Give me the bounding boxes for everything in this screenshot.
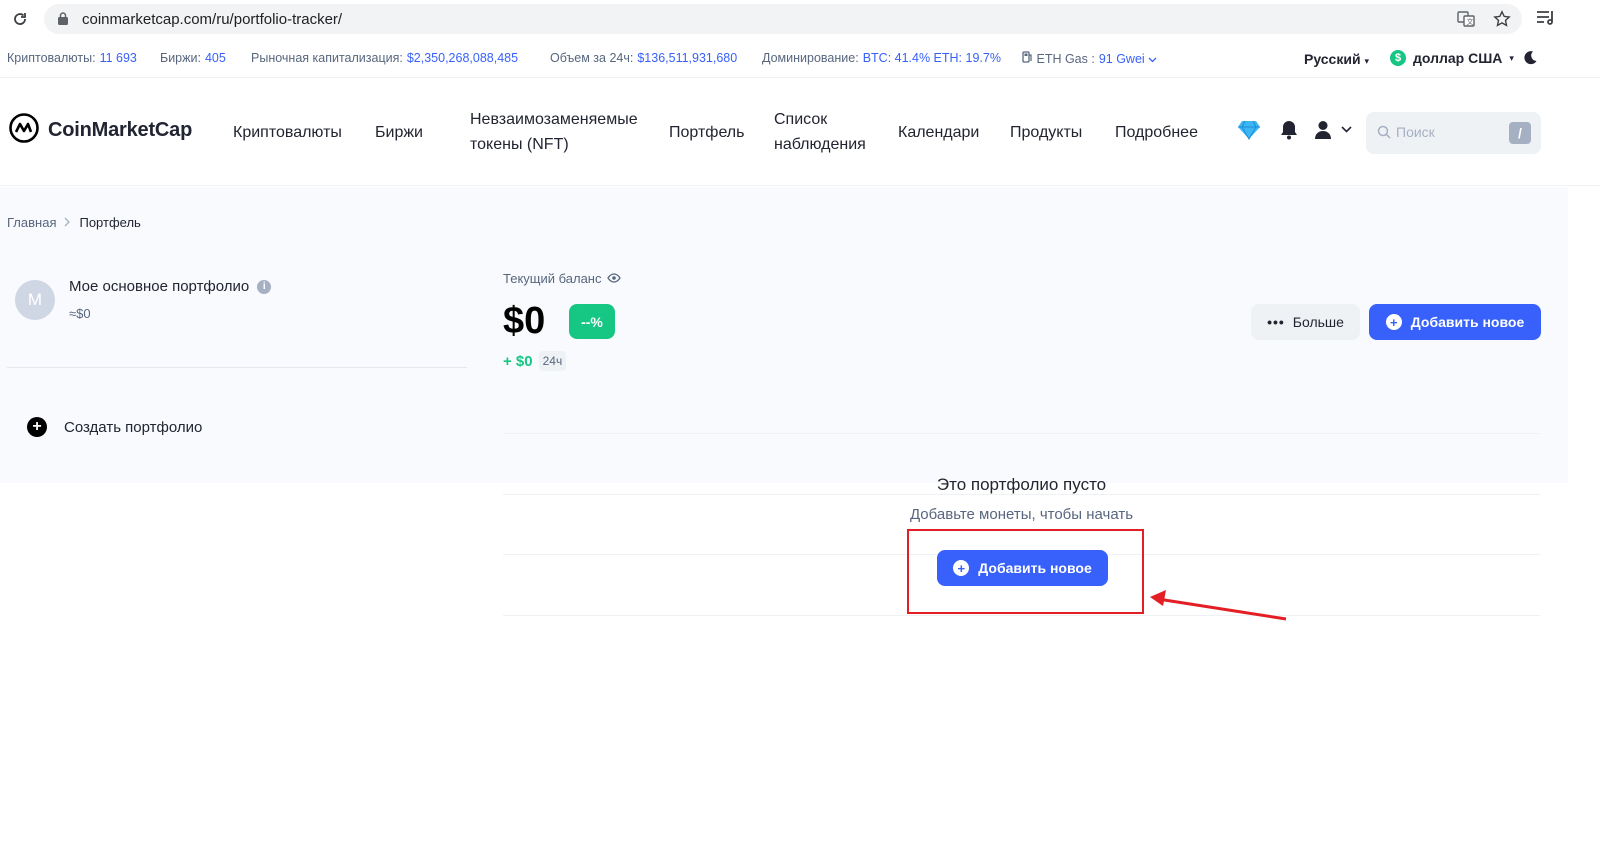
stat-exchanges-link[interactable]: 405 xyxy=(205,51,226,65)
currency-selector[interactable]: $ доллар США ▾ xyxy=(1390,50,1514,66)
language-label: Русский xyxy=(1304,51,1361,67)
nav-nft-line2: токены (NFT) xyxy=(470,136,569,153)
search-shortcut-badge: / xyxy=(1509,122,1531,144)
stat-cryptos-link[interactable]: 11 693 xyxy=(100,51,137,65)
browser-toolbar: coinmarketcap.com/ru/portfolio-tracker/ … xyxy=(0,0,1600,38)
stat-label: ETH Gas : xyxy=(1036,52,1095,66)
balance-change-period: 24ч xyxy=(538,351,567,371)
create-portfolio-label: Создать портфолио xyxy=(64,418,203,436)
more-button[interactable]: ••• Больше xyxy=(1251,304,1360,340)
chevron-right-icon xyxy=(64,215,71,230)
plus-circle-icon: + xyxy=(27,417,47,437)
svg-text:文: 文 xyxy=(1467,17,1474,26)
eye-icon[interactable] xyxy=(607,271,622,286)
address-bar[interactable]: coinmarketcap.com/ru/portfolio-tracker/ … xyxy=(44,4,1522,34)
balance-label: Текущий баланс xyxy=(503,271,602,286)
portfolio-name-row: Мое основное портфолио i xyxy=(69,278,272,295)
stat-label: Объем за 24ч: xyxy=(550,51,634,65)
nav-exchanges[interactable]: Биржи xyxy=(375,120,423,145)
diamond-icon[interactable] xyxy=(1237,120,1261,145)
breadcrumb-home[interactable]: Главная xyxy=(7,215,56,230)
search-input[interactable]: Поиск / xyxy=(1366,112,1541,154)
caret-down-icon: ▾ xyxy=(1364,56,1369,66)
nav-cryptocurrencies[interactable]: Криптовалюты xyxy=(233,120,342,145)
nav-watchlist[interactable]: Список наблюдения xyxy=(774,107,866,157)
caret-down-icon: ▾ xyxy=(1509,52,1514,63)
nav-more[interactable]: Подробнее xyxy=(1115,120,1198,145)
language-selector[interactable]: Русский ▾ xyxy=(1304,51,1369,67)
stat-label: Доминирование: xyxy=(762,51,859,65)
coinmarketcap-logo-icon xyxy=(8,112,40,149)
current-balance: $0 xyxy=(503,300,546,342)
stat-marketcap-link[interactable]: $2,350,268,088,485 xyxy=(407,51,518,65)
stat-exchanges: Биржи: 405 xyxy=(160,51,226,65)
portfolio-avatar: M xyxy=(15,280,55,320)
stat-dominance: Доминирование: BTC: 41.4% ETH: 19.7% xyxy=(762,51,1001,65)
divider xyxy=(503,615,1540,616)
bookmark-star-icon[interactable] xyxy=(1492,9,1512,29)
logo[interactable]: CoinMarketCap xyxy=(8,112,192,149)
empty-state-title: Это портфолио пусто xyxy=(936,475,1107,494)
stat-volume-link[interactable]: $136,511,931,680 xyxy=(637,51,737,65)
url-text: coinmarketcap.com/ru/portfolio-tracker/ xyxy=(82,11,343,28)
breadcrumb: Главная Портфель xyxy=(7,215,141,230)
annotation-highlight-box xyxy=(907,529,1144,614)
nav-nft-line1: Невзаимозаменяемые xyxy=(470,111,638,128)
info-icon[interactable]: i xyxy=(257,279,272,294)
reading-list-icon[interactable] xyxy=(1536,9,1556,29)
dollar-icon: $ xyxy=(1390,50,1406,66)
empty-state-subtitle: Добавьте монеты, чтобы начать xyxy=(909,506,1134,523)
more-label: Больше xyxy=(1292,314,1344,330)
add-new-label: Добавить новое xyxy=(1410,314,1525,330)
currency-label: доллар США xyxy=(1413,50,1503,66)
portfolio-name: Мое основное портфолио xyxy=(69,278,250,295)
stat-label: Биржи: xyxy=(160,51,201,65)
balance-label-row: Текущий баланс xyxy=(503,271,622,286)
nav-nft[interactable]: Невзаимозаменяемые токены (NFT) xyxy=(470,107,638,157)
main-nav: CoinMarketCap Криптовалюты Биржи Невзаим… xyxy=(0,80,1600,186)
stat-volume: Объем за 24ч: $136,511,931,680 xyxy=(550,51,737,65)
stat-gas-value: 91 Gwei xyxy=(1098,52,1145,66)
create-portfolio-button[interactable]: + Создать портфолио xyxy=(27,417,202,437)
balance-change-value: + $0 xyxy=(503,352,533,370)
nav-watchlist-line2: наблюдения xyxy=(774,136,866,153)
balance-percent-badge: --% xyxy=(569,304,615,339)
plus-circle-icon: + xyxy=(1385,314,1402,330)
reload-icon[interactable] xyxy=(8,7,32,31)
chevron-down-icon xyxy=(1148,52,1157,66)
lock-icon xyxy=(58,12,68,30)
nav-watchlist-line1: Список xyxy=(774,111,828,128)
global-stats-bar: Криптовалюты: 11 693 Биржи: 405 Рыночная к… xyxy=(0,40,1600,78)
search-placeholder: Поиск xyxy=(1396,124,1435,140)
nav-portfolio[interactable]: Портфель xyxy=(669,120,744,145)
balance-change-row: + $0 24ч xyxy=(503,351,567,371)
moon-icon[interactable] xyxy=(1522,50,1538,66)
stat-label: Рыночная капитализация: xyxy=(251,51,403,65)
search-icon xyxy=(1377,125,1391,144)
stat-marketcap: Рыночная капитализация: $2,350,268,088,48… xyxy=(251,51,518,65)
gas-pump-icon xyxy=(1022,51,1036,66)
user-menu[interactable] xyxy=(1314,120,1354,145)
breadcrumb-current: Портфель xyxy=(79,215,141,230)
stat-dominance-link[interactable]: BTC: 41.4% ETH: 19.7% xyxy=(863,51,1001,65)
bell-icon[interactable] xyxy=(1280,120,1298,145)
translate-icon[interactable]: 文 xyxy=(1456,9,1476,29)
nav-calendars[interactable]: Календари xyxy=(898,120,979,145)
portfolio-list-item[interactable]: M Мое основное портфолио i ≈$0 xyxy=(7,264,467,368)
divider xyxy=(503,433,1540,434)
nav-products[interactable]: Продукты xyxy=(1010,120,1082,145)
more-dots-icon: ••• xyxy=(1267,314,1285,330)
stat-label: Криптовалюты: xyxy=(7,51,96,65)
stat-gas[interactable]: ETH Gas :91 Gwei xyxy=(1022,51,1157,66)
logo-text: CoinMarketCap xyxy=(48,119,193,141)
annotation-arrow xyxy=(1140,585,1290,630)
add-new-button[interactable]: + Добавить новое xyxy=(1369,304,1541,340)
portfolio-value: ≈$0 xyxy=(69,306,91,321)
stat-cryptos: Криптовалюты: 11 693 xyxy=(7,51,137,65)
